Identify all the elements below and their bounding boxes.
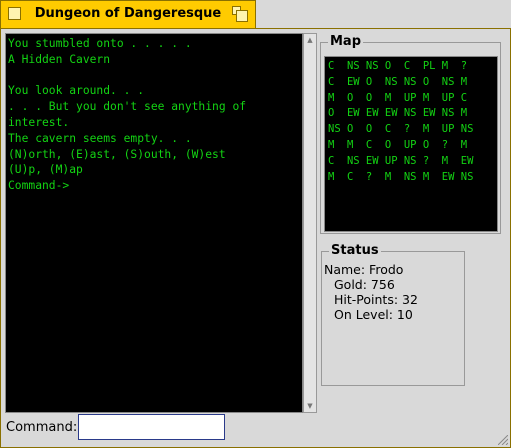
- terminal-line: You stumbled onto . . . . .: [8, 37, 192, 50]
- map-row: C EW O NS NS O NS M: [328, 75, 468, 88]
- map-row: C NS NS O C PL M ?: [328, 60, 468, 72]
- terminal-line: (N)orth, (E)ast, (S)outh, (W)est: [8, 147, 226, 161]
- scroll-down-arrow-icon[interactable]: ▼: [304, 400, 316, 412]
- terminal-line: You look around. . .: [8, 84, 145, 98]
- status-hit-points: Hit-Points: 32: [334, 292, 418, 307]
- status-label: Status: [329, 243, 381, 258]
- window-title: Dungeon of Dangeresque: [34, 6, 222, 21]
- window-tab[interactable]: Dungeon of Dangeresque: [0, 0, 256, 28]
- map-label: Map: [328, 34, 364, 49]
- terminal-line: The cavern seems empty. . .: [8, 131, 192, 145]
- status-gold: Gold: 756: [334, 277, 395, 292]
- map-row: C NS EW UP NS ? M EW: [328, 154, 474, 167]
- terminal-line: (U)p, (M)ap: [8, 163, 83, 177]
- terminal-line: Command->: [8, 179, 70, 193]
- status-group: Status Name: Frodo Gold: 756 Hit-Points:…: [321, 243, 465, 386]
- terminal-output: You stumbled onto . . . . . A Hidden Cav…: [5, 33, 303, 413]
- map-row: NS O O C ? M UP NS: [328, 123, 474, 136]
- map-row: M O O M UP M UP C: [328, 91, 468, 104]
- map-row: M M C O UP O ? M: [328, 138, 468, 151]
- zoom-box-icon[interactable]: [232, 6, 248, 22]
- terminal-line: A Hidden Cavern: [8, 52, 111, 66]
- scroll-up-arrow-icon[interactable]: ▲: [304, 34, 316, 46]
- terminal-line: interest.: [8, 115, 70, 129]
- status-name: Name: Frodo: [324, 262, 404, 277]
- map-row: M C ? M NS M EW NS: [328, 170, 474, 183]
- terminal-line: . . . But you don't see anything of: [8, 100, 247, 114]
- map-group: Map C NS NS O C PL M ? C EW O NS NS O NS…: [320, 34, 501, 234]
- terminal-scrollbar[interactable]: ▲ ▼: [303, 33, 317, 413]
- status-details: Name: Frodo Gold: 756 Hit-Points: 32 On …: [324, 262, 418, 322]
- command-label: Command:: [6, 420, 78, 435]
- command-input[interactable]: [78, 414, 225, 440]
- map-row: O EW EW EW NS EW NS M: [328, 107, 468, 120]
- map-grid: C NS NS O C PL M ? C EW O NS NS O NS M M…: [324, 56, 498, 232]
- status-level: On Level: 10: [334, 307, 413, 322]
- resize-grip-icon[interactable]: [498, 435, 508, 445]
